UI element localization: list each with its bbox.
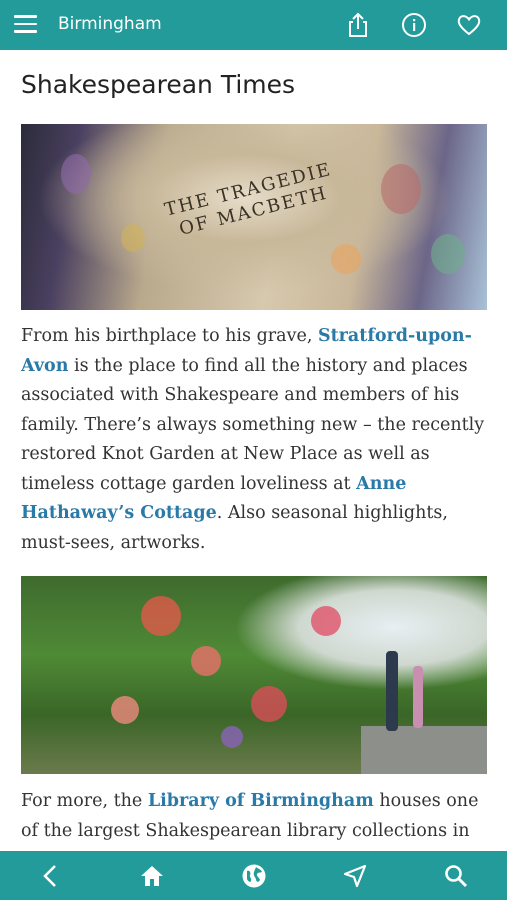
folio-title-text: THE TRAGEDIE OF MACBETH bbox=[162, 158, 334, 240]
heart-icon[interactable] bbox=[456, 12, 482, 38]
bottom-nav-bar bbox=[0, 851, 507, 900]
navigation-icon[interactable] bbox=[342, 863, 368, 889]
paragraph-text: From his birthplace to his grave, bbox=[21, 326, 318, 346]
page-title: Shakespearean Times bbox=[21, 70, 296, 99]
link-library-of-birmingham[interactable]: Library of Birmingham bbox=[148, 791, 374, 811]
article-content[interactable]: Shakespearean Times THE TRAGEDIE OF MACB… bbox=[0, 50, 507, 851]
paragraph-2: For more, the Library of Birmingham hous… bbox=[21, 787, 491, 851]
info-icon[interactable] bbox=[401, 12, 427, 38]
macbeth-folio-photo: THE TRAGEDIE OF MACBETH bbox=[21, 124, 487, 310]
hamburger-icon[interactable] bbox=[14, 15, 37, 33]
cottage-garden-photo bbox=[21, 576, 487, 774]
share-icon[interactable] bbox=[345, 12, 371, 38]
back-arrow-icon[interactable] bbox=[38, 863, 64, 889]
home-icon[interactable] bbox=[139, 863, 165, 889]
globe-icon[interactable] bbox=[241, 863, 267, 889]
paragraph-1: From his birthplace to his grave, Stratf… bbox=[21, 322, 491, 558]
top-app-bar: Birmingham bbox=[0, 0, 507, 50]
search-icon[interactable] bbox=[443, 863, 469, 889]
app-title: Birmingham bbox=[58, 14, 162, 34]
paragraph-text: is the place to find all the history and… bbox=[21, 355, 485, 494]
paragraph-text: For more, the bbox=[21, 791, 148, 811]
